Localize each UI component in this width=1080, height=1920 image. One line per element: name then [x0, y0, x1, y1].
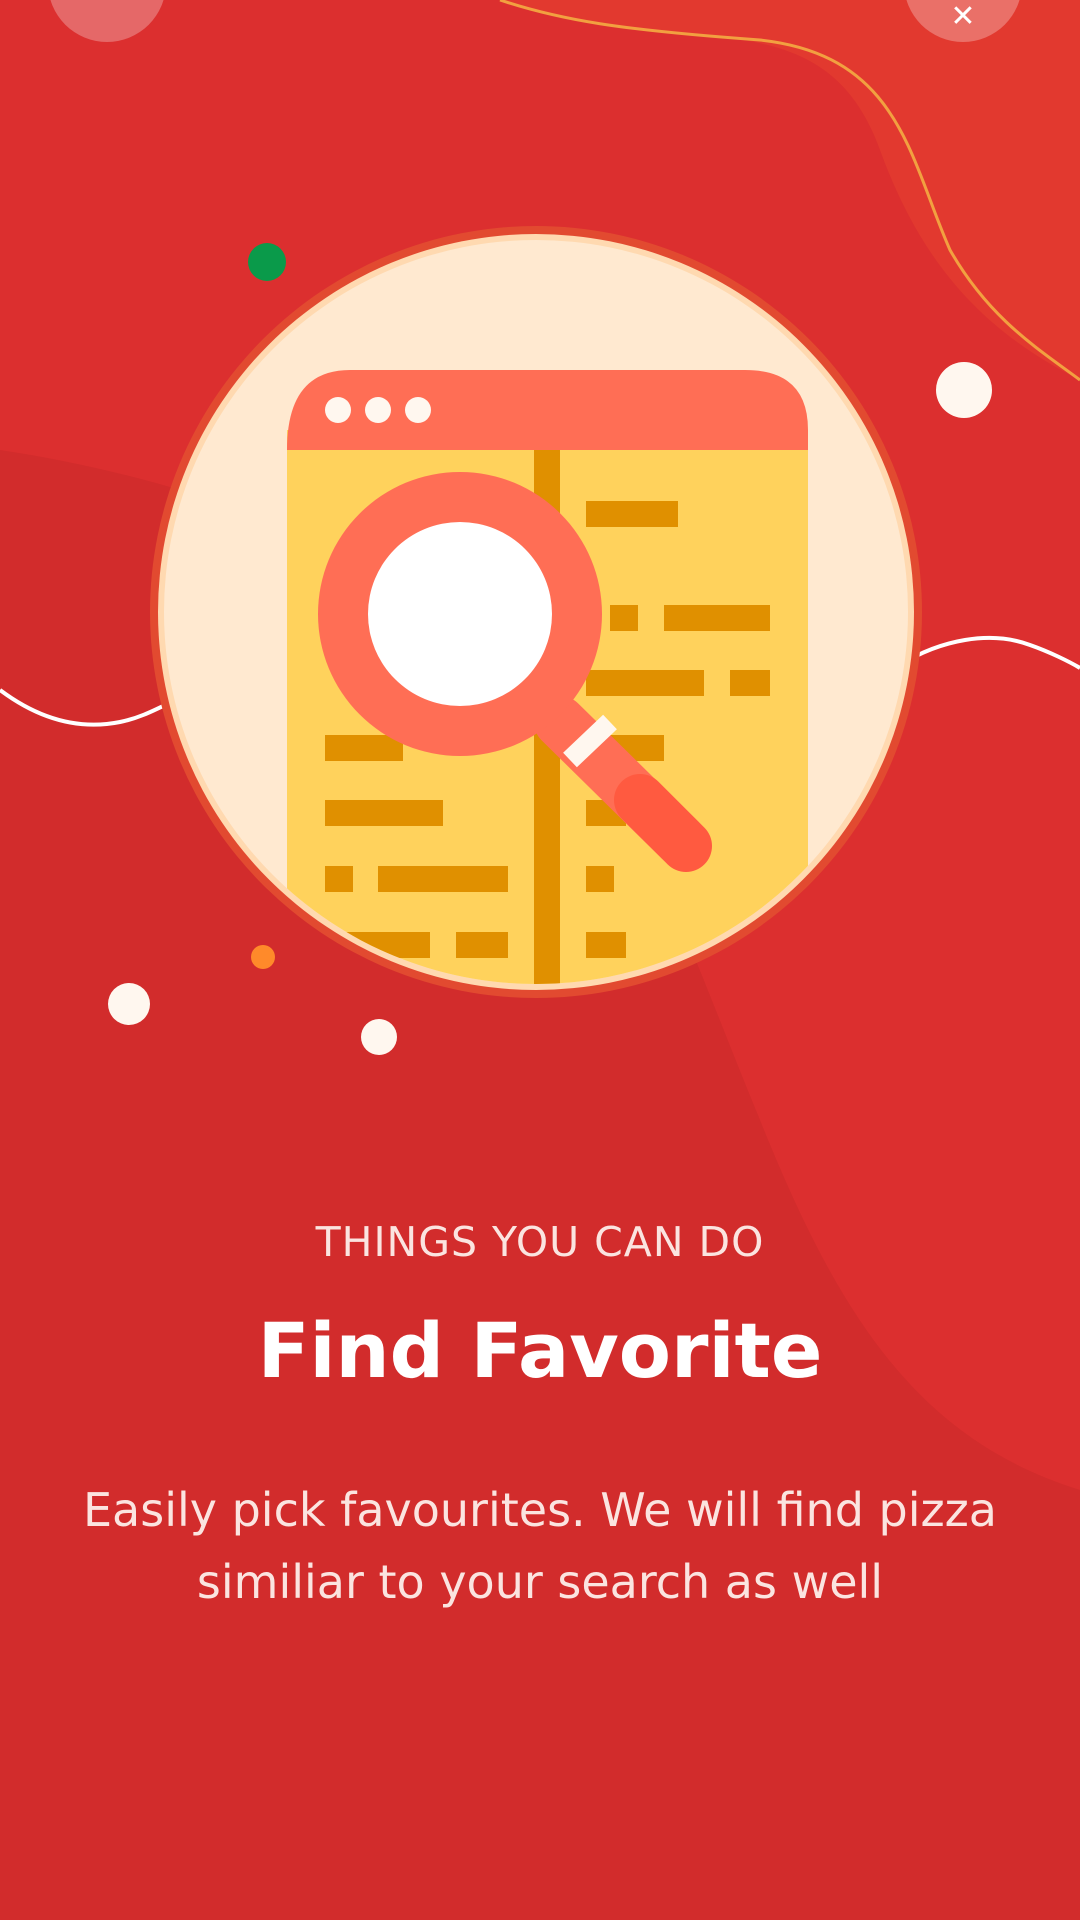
- description-line-1: Easily pick favourites. We will find piz…: [82, 1483, 997, 1537]
- onboarding-title: Find Favorite: [257, 1306, 823, 1395]
- onboarding-screen: ✕ THINGS YOU CAN DO Find Favorite Easily…: [0, 0, 1080, 1920]
- onboarding-description: Easily pick favourites. We will find piz…: [0, 1474, 1080, 1618]
- description-line-2: similiar to your search as well: [196, 1555, 884, 1609]
- search-browser-illustration: [150, 226, 922, 998]
- onboarding-eyebrow: THINGS YOU CAN DO: [315, 1218, 765, 1266]
